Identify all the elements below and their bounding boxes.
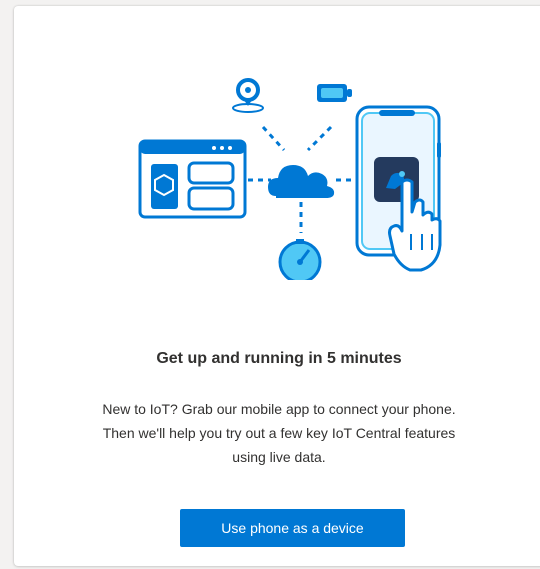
description-line: Then we'll help you try out a few key Io… bbox=[102, 425, 456, 441]
use-phone-as-device-button[interactable]: Use phone as a device bbox=[180, 509, 405, 547]
getting-started-card: Get up and running in 5 minutes New to I… bbox=[14, 6, 540, 566]
description-line: using live data. bbox=[232, 449, 326, 465]
dashboard-window-icon bbox=[138, 139, 247, 219]
cloud-icon bbox=[268, 165, 335, 198]
card-title: Get up and running in 5 minutes bbox=[156, 350, 402, 367]
card-description: New to IoT? Grab our mobile app to conne… bbox=[14, 397, 540, 469]
gauge-icon bbox=[278, 239, 322, 280]
description-line: New to IoT? Grab our mobile app to conne… bbox=[102, 401, 456, 417]
iot-illustration bbox=[138, 78, 442, 280]
battery-icon bbox=[317, 84, 352, 102]
location-pin-icon bbox=[232, 78, 264, 113]
